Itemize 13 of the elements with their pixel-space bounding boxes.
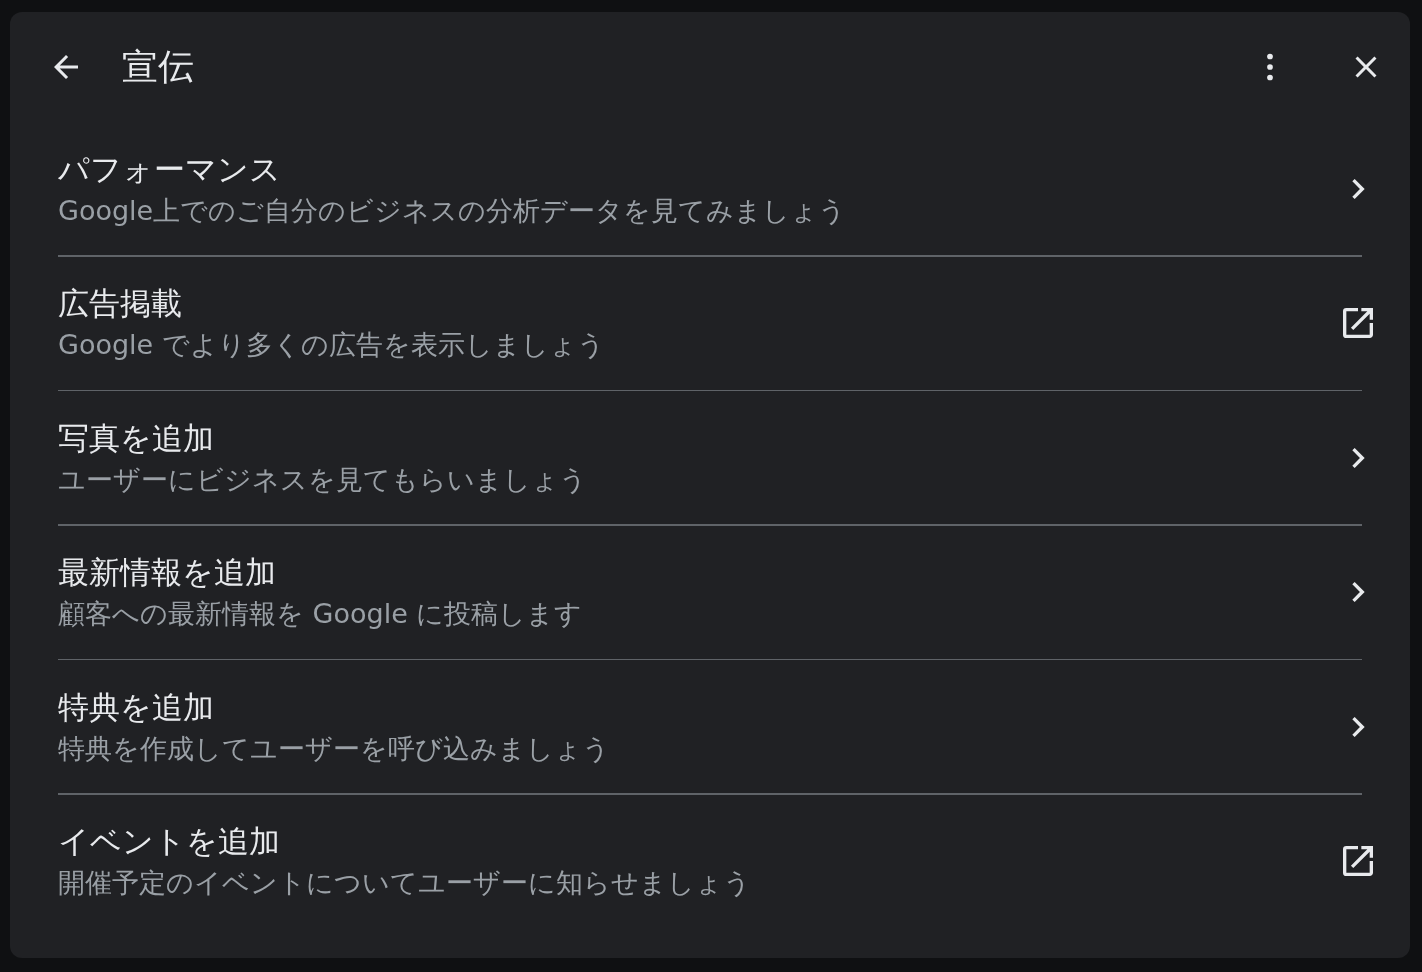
item-title[interactable]: パフォーマンス xyxy=(58,148,281,191)
item-title[interactable]: イベントを追加 xyxy=(58,821,280,863)
item-subtitle: Google上でのご自分のビジネスの分析データを見てみましょう xyxy=(58,193,847,228)
item-subtitle: 開催予定のイベントについてユーザーに知らせましょう xyxy=(58,866,751,900)
dialog-title: 宣伝 xyxy=(122,44,194,89)
item-subtitle: 顧客への最新情報を Google に投稿します xyxy=(58,597,583,631)
item-title[interactable]: 最新情報を追加 xyxy=(58,552,276,594)
item-title[interactable]: 特典を追加 xyxy=(58,686,214,729)
item-title[interactable]: 写真を追加 xyxy=(58,417,214,460)
item-subtitle: ユーザーにビジネスを見てもらいましょう xyxy=(58,462,587,497)
item-subtitle: 特典を作成してユーザーを呼び込みましょう xyxy=(58,731,610,766)
item-title[interactable]: 広告掲載 xyxy=(58,283,182,325)
item-subtitle: Google でより多くの広告を表示しましょう xyxy=(58,328,605,362)
